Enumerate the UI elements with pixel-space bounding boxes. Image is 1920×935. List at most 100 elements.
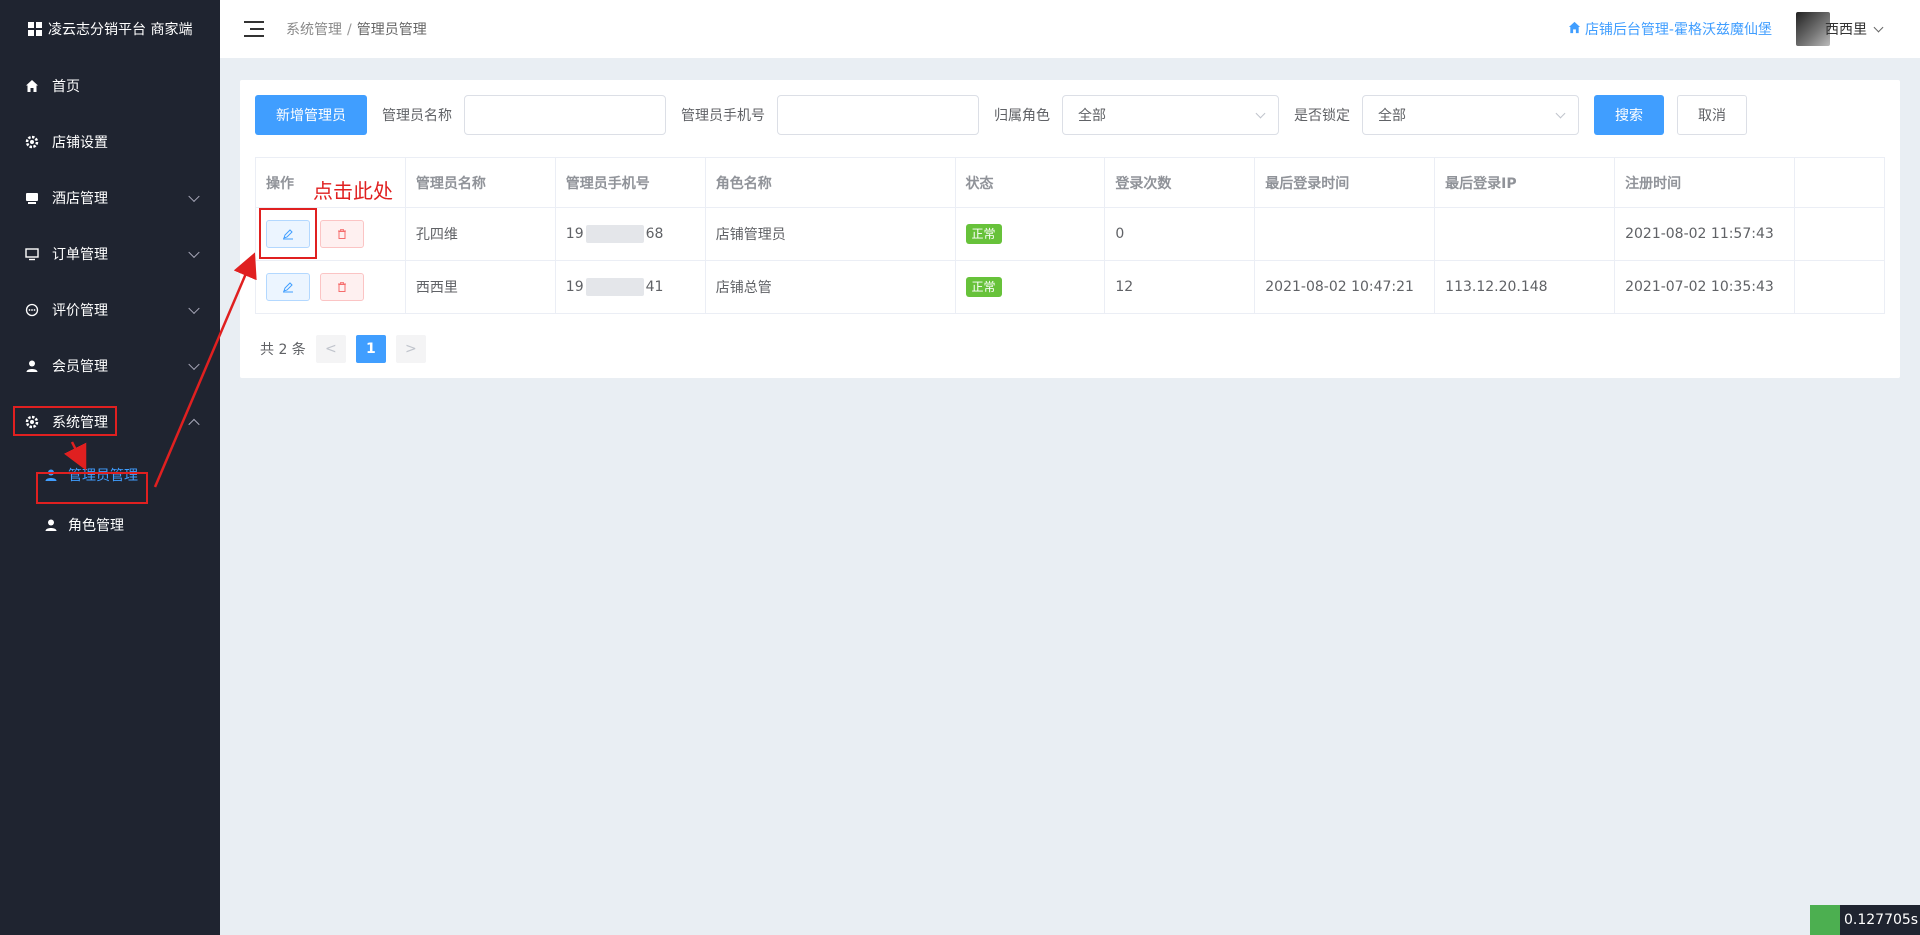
table-row: 孔四维 19 68 店铺管理员 正常 0 2021-08-02 11:57:43 [255,207,1886,261]
menu-toggle-icon[interactable] [244,21,264,37]
performance-value: 0.127705s [1844,912,1919,928]
last-login-time-cell [1254,207,1436,261]
performance-badge: 0.127705s [1810,905,1920,935]
sidebar-subitem-role-management[interactable]: 角色管理 [0,500,220,550]
delete-button[interactable] [320,220,364,248]
chevron-down-icon [188,302,200,315]
trash-icon [338,229,346,239]
home-icon [24,78,40,94]
admin-name-cell: 孔四维 [405,207,556,261]
grid-icon [28,22,42,36]
pagination-total: 共 2 条 [260,342,306,358]
last-login-ip-cell [1434,207,1616,261]
sidebar-item-label: 会员管理 [52,359,108,375]
column-header: 角色名称 [705,157,956,208]
admin-name-label: 管理员名称 [382,108,452,124]
admin-phone-label: 管理员手机号 [681,108,765,124]
filter-bar: 新增管理员 管理员名称 管理员手机号 归属角色 全部 是否锁定 全部 搜索 取消 [255,95,1747,135]
chevron-down-icon [188,246,200,259]
pagination: 共 2 条 < 1 > [260,335,426,363]
column-header: 登录次数 [1104,157,1256,208]
breadcrumb-item-current: 管理员管理 [356,22,427,38]
masked-phone [585,278,644,296]
chevron-down-icon [188,358,200,371]
status-badge: 正常 [965,277,1002,297]
column-header: 注册时间 [1614,157,1795,208]
column-header: 最后登录IP [1434,157,1616,208]
register-time-cell: 2021-08-02 11:57:43 [1614,207,1795,261]
login-count-cell: 0 [1104,207,1256,261]
next-page-button[interactable]: > [395,335,426,363]
chevron-down-icon [1555,108,1566,119]
home-icon [1568,21,1581,38]
sidebar-item-label: 评价管理 [52,303,108,319]
sidebar-item-label: 订单管理 [52,247,108,263]
role-select[interactable]: 全部 [1062,95,1279,135]
role-select-value: 全部 [1078,108,1106,124]
sidebar-item-label: 首页 [52,79,80,95]
sidebar-item-hotel[interactable]: 酒店管理 [0,170,220,226]
user-icon [44,518,58,532]
lock-label: 是否锁定 [1294,108,1350,124]
last-login-time-cell: 2021-08-02 10:47:21 [1254,260,1436,314]
monitor-icon [24,246,40,262]
sidebar-item-shop-settings[interactable]: 店铺设置 [0,114,220,170]
chevron-down-icon [188,190,200,203]
status-cell: 正常 [955,260,1106,314]
admin-phone-cell: 19 68 [555,207,706,261]
shop-admin-link-label: 店铺后台管理-霍格沃兹魔仙堡 [1584,22,1772,38]
admin-table: 操作 管理员名称 管理员手机号 角色名称 状态 登录次数 最后登录时间 最后登录… [255,157,1886,314]
edit-button[interactable] [266,273,310,301]
empty-cell [1794,207,1886,261]
status-badge: 正常 [965,224,1002,244]
admin-name-cell: 西西里 [405,260,556,314]
page-number-current[interactable]: 1 [355,335,386,363]
status-cell: 正常 [955,207,1106,261]
column-header-empty [1794,157,1886,208]
lock-select[interactable]: 全部 [1362,95,1579,135]
register-time-cell: 2021-07-02 10:35:43 [1614,260,1795,314]
annotation-box-admin-menu [36,472,148,504]
delete-button[interactable] [320,273,364,301]
admin-name-input[interactable] [464,95,666,135]
user-icon [24,358,40,374]
trash-icon [338,282,346,292]
sidebar-item-members[interactable]: 会员管理 [0,338,220,394]
sidebar-item-reviews[interactable]: 评价管理 [0,282,220,338]
login-count-cell: 12 [1104,260,1256,314]
admin-phone-input[interactable] [777,95,979,135]
sidebar-item-home[interactable]: 首页 [0,58,220,114]
breadcrumb-item[interactable]: 系统管理 [286,22,342,38]
cancel-button[interactable]: 取消 [1677,95,1747,135]
sidebar-subitem-label: 角色管理 [68,518,124,534]
chat-bubble-icon [24,302,40,318]
search-button[interactable]: 搜索 [1594,95,1664,135]
actions-cell [255,260,406,314]
breadcrumb: 系统管理 / 管理员管理 [286,22,427,38]
sidebar-item-label: 酒店管理 [52,191,108,207]
leaf-logo-icon [1810,905,1840,935]
shop-admin-link[interactable]: 店铺后台管理-霍格沃兹魔仙堡 [1568,19,1772,39]
role-label: 归属角色 [994,108,1050,124]
gear-icon [24,134,40,150]
role-cell: 店铺总管 [705,260,956,314]
lock-select-value: 全部 [1378,108,1406,124]
annotation-box-edit-button [259,208,317,259]
column-header: 状态 [955,157,1106,208]
role-cell: 店铺管理员 [705,207,956,261]
add-admin-button[interactable]: 新增管理员 [255,95,367,135]
edit-icon [283,282,293,293]
hotel-icon [24,190,40,206]
sidebar-item-orders[interactable]: 订单管理 [0,226,220,282]
user-dropdown[interactable]: 西西里 [1825,19,1884,39]
annotation-text: 点击此处 [313,179,393,203]
brand: 凌云志分销平台 商家端 [0,0,220,58]
top-header: 系统管理 / 管理员管理 店铺后台管理-霍格沃兹魔仙堡 西西里 [220,0,1920,58]
admin-phone-cell: 19 41 [555,260,706,314]
column-header: 管理员名称 [405,157,556,208]
username: 西西里 [1825,22,1867,38]
annotation-box-system-menu [13,406,117,436]
prev-page-button[interactable]: < [315,335,346,363]
brand-title: 凌云志分销平台 商家端 [48,22,193,38]
main-card: 新增管理员 管理员名称 管理员手机号 归属角色 全部 是否锁定 全部 搜索 取消… [240,80,1900,378]
